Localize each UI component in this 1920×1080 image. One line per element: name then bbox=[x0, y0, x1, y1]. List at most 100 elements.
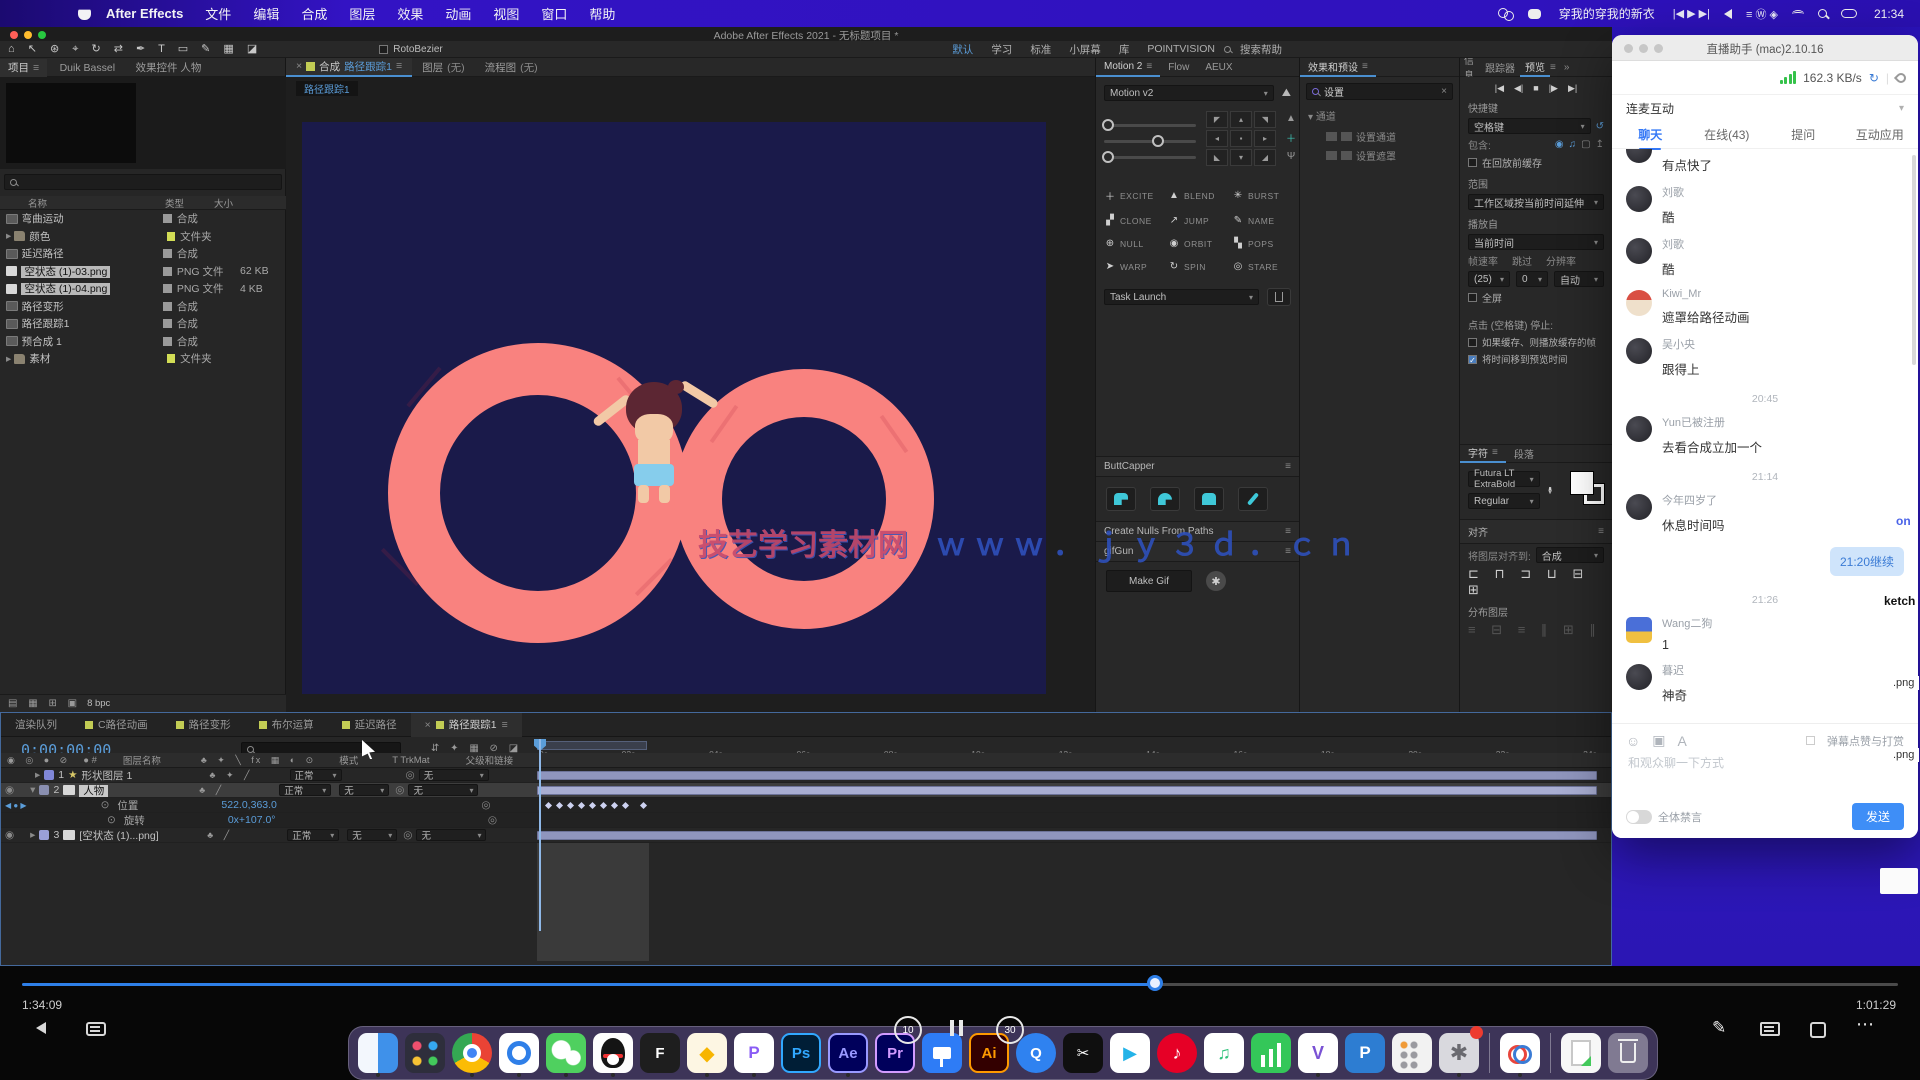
tab-effects-presets[interactable]: 效果和预设≡ bbox=[1300, 58, 1376, 77]
dock-netease-music[interactable]: ♪ bbox=[1156, 1029, 1198, 1077]
layer-duration-bar[interactable] bbox=[537, 786, 1597, 795]
rewind-10-button[interactable]: 10 bbox=[894, 1016, 922, 1044]
tab-chat[interactable]: 聊天 bbox=[1612, 126, 1689, 143]
dock-launchpad[interactable] bbox=[404, 1029, 446, 1077]
menubar-clock[interactable]: 21:34 bbox=[1874, 7, 1904, 21]
dock-after-effects[interactable]: Ae bbox=[827, 1029, 869, 1077]
panel-menu-icon[interactable]: ≡ bbox=[33, 62, 39, 74]
project-item[interactable]: ▸颜色文件夹 bbox=[0, 228, 286, 246]
clear-search-icon[interactable]: × bbox=[1441, 86, 1447, 97]
range-select[interactable]: 工作区域按当前时间延伸▾ bbox=[1468, 194, 1604, 210]
tab-comp-active[interactable]: × 路径跟踪1≡ bbox=[411, 713, 522, 737]
progress-bar-remaining[interactable] bbox=[1155, 983, 1898, 986]
dock-chrome[interactable] bbox=[451, 1029, 493, 1077]
menu-view[interactable]: 视图 bbox=[493, 4, 519, 23]
make-gif-button[interactable]: Make Gif bbox=[1106, 570, 1192, 592]
dock-keynote[interactable] bbox=[921, 1029, 963, 1077]
gear-icon[interactable]: ✱ bbox=[1206, 571, 1226, 591]
composition-canvas[interactable] bbox=[302, 122, 1046, 694]
dock-settings[interactable]: ✱ bbox=[1438, 1029, 1480, 1077]
video-include-icon[interactable]: ◉ bbox=[1555, 139, 1564, 150]
send-button[interactable]: 发送 bbox=[1852, 803, 1904, 830]
comp-subtab[interactable]: 路径跟踪1 bbox=[296, 81, 358, 96]
tab-motion[interactable]: Motion 2≡ bbox=[1096, 58, 1160, 77]
chat-scrollbar[interactable] bbox=[1912, 155, 1916, 365]
trkmat-select[interactable]: 无▾ bbox=[339, 784, 389, 796]
menu-layer[interactable]: 图层 bbox=[349, 4, 375, 23]
tab-layer[interactable]: 图层(无) bbox=[412, 58, 475, 77]
dock-figma[interactable]: F bbox=[639, 1029, 681, 1077]
motion-button-null[interactable]: ⊕NULL bbox=[1104, 238, 1166, 249]
align-header[interactable]: 对齐≡ bbox=[1460, 519, 1612, 544]
col-parent[interactable]: 父级和链接 bbox=[466, 753, 514, 767]
workspace-standard[interactable]: 标准 bbox=[1030, 42, 1051, 57]
chat-title-bar[interactable]: 直播助手 (mac)2.10.16 bbox=[1612, 35, 1918, 61]
desktop-file-label[interactable]: .png bbox=[1888, 748, 1919, 762]
motion-button-orbit[interactable]: ◉ORBIT bbox=[1168, 238, 1230, 249]
dock-clipboard[interactable] bbox=[1560, 1029, 1602, 1077]
font-family-select[interactable]: Futura LT ExtraBold▾ bbox=[1468, 471, 1540, 487]
pause-button[interactable] bbox=[950, 1020, 963, 1036]
motion-slider-1[interactable] bbox=[1104, 124, 1196, 127]
progress-bar-elapsed[interactable] bbox=[22, 983, 1155, 986]
position-value[interactable]: 522.0,363.0 bbox=[221, 799, 351, 811]
menu-composition[interactable]: 合成 bbox=[301, 4, 327, 23]
distribute-buttons[interactable]: ≡ ⊟ ≡ ∥ ⊞ ∥ bbox=[1468, 622, 1604, 638]
help-search-icon[interactable] bbox=[1224, 46, 1231, 53]
dock-qq[interactable] bbox=[592, 1029, 634, 1077]
stopwatch-icon[interactable]: ⊙ bbox=[107, 814, 116, 826]
resolution-select[interactable]: 自动▾ bbox=[1554, 271, 1604, 287]
tab-comp-2[interactable]: 路径变形 bbox=[162, 713, 245, 737]
move-time-checkbox[interactable]: ✓ bbox=[1468, 355, 1477, 364]
layer-duration-bar[interactable] bbox=[537, 771, 1597, 780]
first-frame-button[interactable]: |◀ bbox=[1495, 83, 1504, 94]
font-icon[interactable]: A bbox=[1678, 733, 1687, 749]
viewer-menu-icon[interactable]: ≡ bbox=[396, 60, 402, 72]
shrink-icon[interactable] bbox=[1810, 1022, 1826, 1038]
motion-button-blend[interactable]: ▲BLEND bbox=[1168, 188, 1230, 203]
grow-icon[interactable]: ＋ bbox=[1286, 130, 1296, 145]
anchor-icon[interactable]: Ψ bbox=[1287, 151, 1295, 162]
project-item-selected[interactable]: 空状态 (1)-04.pngPNG 文件4 KB bbox=[0, 280, 286, 298]
parent-pickwhip-icon[interactable]: ◎ bbox=[403, 829, 412, 841]
project-search-field[interactable] bbox=[4, 174, 282, 190]
spotlight-icon[interactable] bbox=[1818, 9, 1827, 18]
cap-butt-button[interactable] bbox=[1106, 487, 1136, 511]
col-switches[interactable]: ♣ ✦ ╲ fx ▦ ◐ ⊙ bbox=[201, 755, 315, 766]
layer-row[interactable]: ◉ ▸ 3 [空状态 (1)...png] ♣ ╱ 正常▾ 无▾ ◎ 无▾ bbox=[1, 828, 1611, 843]
project-item[interactable]: ▸素材文件夹 bbox=[0, 350, 286, 368]
mute-all-toggle[interactable]: 全体禁言 bbox=[1626, 809, 1702, 825]
dock-tencent-video[interactable]: ▶ bbox=[1109, 1029, 1151, 1077]
col-layer-name[interactable]: 图层名称 bbox=[123, 753, 161, 767]
dock-finder[interactable] bbox=[357, 1029, 399, 1077]
gifgun-header[interactable]: gifGun≡ bbox=[1096, 542, 1299, 562]
motion-slider-3[interactable] bbox=[1104, 156, 1196, 159]
interaction-section-header[interactable]: 连麦互动 ▾ bbox=[1612, 95, 1918, 121]
task-launch-select[interactable]: Task Launch▾ bbox=[1104, 289, 1259, 305]
motion-button-burst[interactable]: ✳BURST bbox=[1232, 188, 1294, 203]
tab-paragraph[interactable]: 段落 bbox=[1506, 444, 1542, 463]
dock-app-v[interactable]: V bbox=[1297, 1029, 1339, 1077]
tab-render-queue[interactable]: 渲染队列 bbox=[1, 713, 71, 737]
dock-capcut[interactable]: ✂ bbox=[1062, 1029, 1104, 1077]
workspace-small-screen[interactable]: 小屏幕 bbox=[1069, 42, 1101, 57]
media-transport-icons[interactable]: |◀ ▶ ▶| bbox=[1673, 7, 1710, 20]
project-item[interactable]: 预合成 1合成 bbox=[0, 333, 286, 351]
tab-online[interactable]: 在线(43) bbox=[1689, 126, 1766, 143]
workspace-libraries[interactable]: 库 bbox=[1119, 42, 1130, 57]
menu-animation[interactable]: 动画 bbox=[445, 4, 471, 23]
motion-button-pops[interactable]: ▚POPS bbox=[1232, 238, 1294, 249]
screen-record-icon[interactable] bbox=[1498, 8, 1514, 19]
project-item[interactable]: 路径跟踪1合成 bbox=[0, 315, 286, 333]
effects-search-field[interactable]: 设置 × bbox=[1306, 83, 1453, 100]
tab-effect-controls[interactable]: 效果控件 人物 bbox=[128, 59, 210, 77]
fullscreen-checkbox[interactable] bbox=[1468, 293, 1477, 302]
progress-knob[interactable] bbox=[1147, 975, 1163, 991]
dock-app-p[interactable]: P bbox=[1344, 1029, 1386, 1077]
menu-file[interactable]: 文件 bbox=[205, 4, 231, 23]
create-nulls-header[interactable]: Create Nulls From Paths≡ bbox=[1096, 521, 1299, 542]
motion-button-spin[interactable]: ↻SPIN bbox=[1168, 261, 1230, 272]
tab-apps[interactable]: 互动应用 bbox=[1842, 126, 1919, 143]
image-icon[interactable]: ▣ bbox=[1652, 732, 1665, 749]
tab-duik-bassel[interactable]: Duik Bassel bbox=[52, 59, 123, 77]
